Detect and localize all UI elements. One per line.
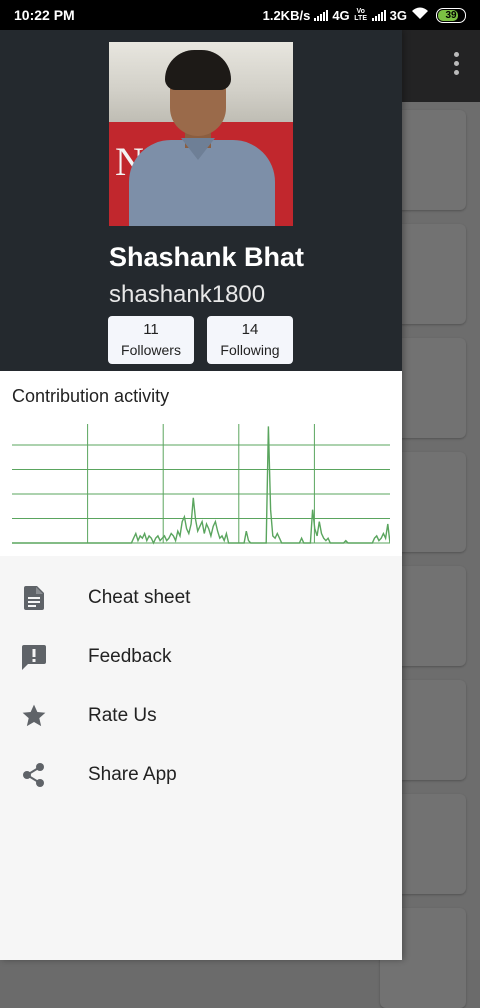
network-speed: 1.2KB/s [262,7,311,23]
menu-item-label: Rate Us [88,704,157,726]
followers-label: Followers [121,342,181,358]
contribution-chart [12,424,390,545]
feedback-icon [21,644,47,670]
following-label: Following [220,342,280,358]
menu-item-label: Feedback [88,645,172,667]
menu-item-feedback[interactable]: Feedback [0,627,402,686]
avatar[interactable]: NI [109,42,293,226]
profile-name: Shashank Bhat [109,242,305,272]
menu-item-share-app[interactable]: Share App [0,745,402,804]
navigation-drawer: NI Shashank Bhat shashank1800 11 Followe… [0,30,402,960]
signal-icon [314,9,329,21]
star-icon [21,703,47,729]
volte-indicator: Vo LTE [354,8,367,22]
following-count: 14 [241,321,259,338]
signal-icon-2 [371,9,386,21]
contribution-activity-panel: Contribution activity [0,371,402,556]
activity-title: Contribution activity [12,386,170,406]
wifi-icon [411,7,429,23]
profile-username: shashank1800 [109,281,266,308]
network-type-4g: 4G [332,7,350,23]
status-bar: 10:22 PM 1.2KB/s 4G Vo LTE 3G 39 [0,0,480,30]
followers-count: 11 [143,321,159,338]
battery-icon: 39 [436,7,466,23]
menu-item-label: Share App [88,763,177,785]
status-time: 10:22 PM [14,7,75,23]
share-icon [21,762,47,788]
status-indicators: 1.2KB/s 4G Vo LTE 3G 39 [263,7,466,23]
menu-item-label: Cheat sheet [88,586,191,608]
following-button[interactable]: 14 Following [207,316,293,364]
followers-button[interactable]: 11 Followers [108,316,194,364]
network-type-3g: 3G [389,7,407,23]
document-icon [21,585,47,611]
contribution-series-line [12,426,390,545]
overflow-menu-icon[interactable] [454,52,460,76]
drawer-menu: Cheat sheet Feedback Rate Us Share App [0,568,402,804]
drawer-header: NI Shashank Bhat shashank1800 11 Followe… [0,30,402,371]
menu-item-cheat-sheet[interactable]: Cheat sheet [0,568,402,627]
battery-level: 39 [445,9,457,21]
menu-item-rate-us[interactable]: Rate Us [0,686,402,745]
